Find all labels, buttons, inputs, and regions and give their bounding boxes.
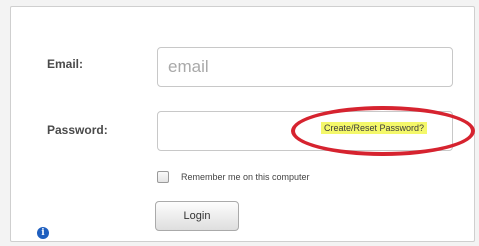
password-label: Password: bbox=[47, 123, 108, 137]
create-reset-password-link[interactable]: Create/Reset Password? bbox=[321, 122, 428, 134]
remember-me-checkbox[interactable] bbox=[157, 171, 169, 183]
email-label: Email: bbox=[47, 57, 84, 71]
remember-me-label[interactable]: Remember me on this computer bbox=[181, 172, 310, 182]
remember-me-row[interactable]: Remember me on this computer bbox=[157, 170, 310, 184]
email-input[interactable] bbox=[157, 47, 453, 87]
info-icon[interactable]: i bbox=[37, 227, 49, 239]
login-button[interactable]: Login bbox=[155, 201, 239, 231]
login-card: Email: Password: Create/Reset Password? … bbox=[10, 6, 475, 242]
